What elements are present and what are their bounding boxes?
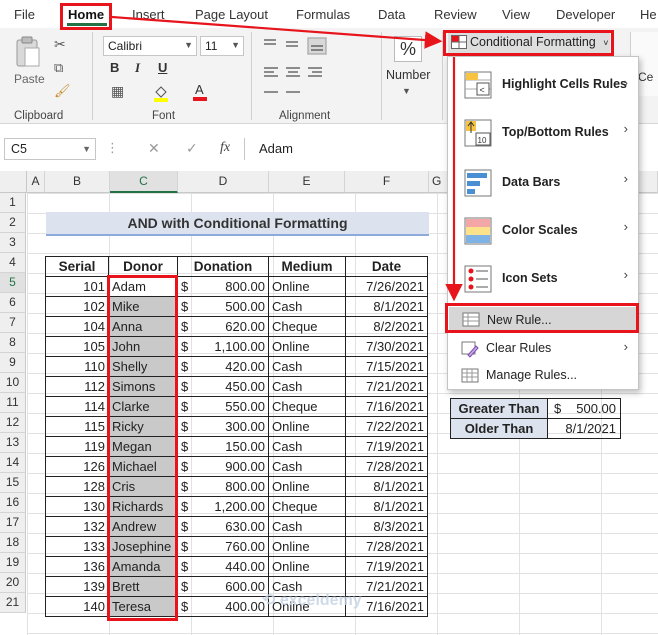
annotation-arrows — [111, 15, 463, 302]
watermark: ⟲ exceldemy — [262, 592, 362, 609]
